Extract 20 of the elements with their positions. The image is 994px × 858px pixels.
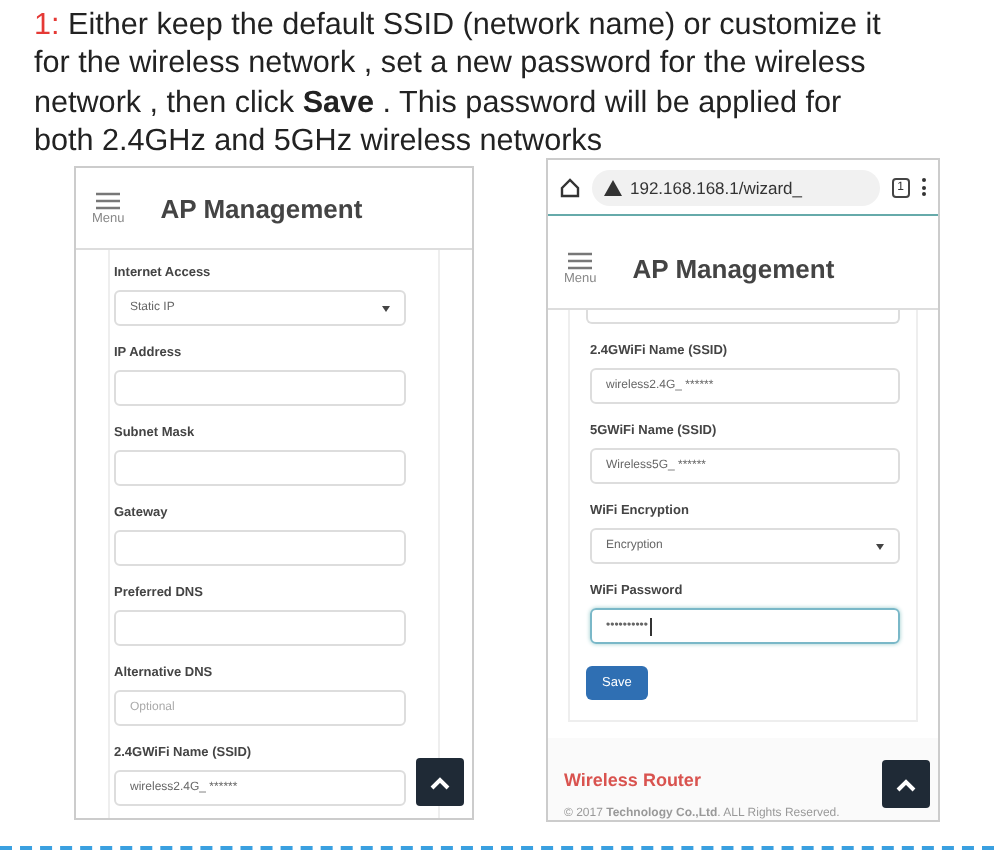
- input-field[interactable]: [586, 310, 900, 325]
- page-title: AP Management: [632, 253, 835, 284]
- input-field[interactable]: [114, 610, 406, 647]
- page-title: AP Management: [160, 193, 363, 224]
- chevron-up-icon: [430, 775, 450, 790]
- scroll-top-button[interactable]: [882, 760, 930, 809]
- scroll-top-button[interactable]: [416, 758, 464, 807]
- caret-icon: [876, 543, 884, 550]
- warning-icon: [604, 179, 622, 196]
- menu-icon[interactable]: [96, 191, 121, 210]
- input-field[interactable]: [114, 530, 406, 567]
- chevron-up-icon: [896, 777, 916, 792]
- brand-name: Wireless Router: [564, 770, 701, 791]
- address-bar[interactable]: 192.168.168.1/wizard_: [592, 169, 880, 206]
- home-icon[interactable]: [560, 177, 580, 198]
- input-field[interactable]: [114, 450, 406, 487]
- menu-icon[interactable]: [568, 251, 593, 270]
- caret-icon: [382, 305, 390, 312]
- instruction-text: 1: Either keep the default SSID (network name) or customize it for the wireless network , set a new password for the wireless network , then click Save . This password will be applied for both 2.4GHz and 5GHz wireless networks: [34, 6, 883, 161]
- input-field[interactable]: [114, 370, 406, 407]
